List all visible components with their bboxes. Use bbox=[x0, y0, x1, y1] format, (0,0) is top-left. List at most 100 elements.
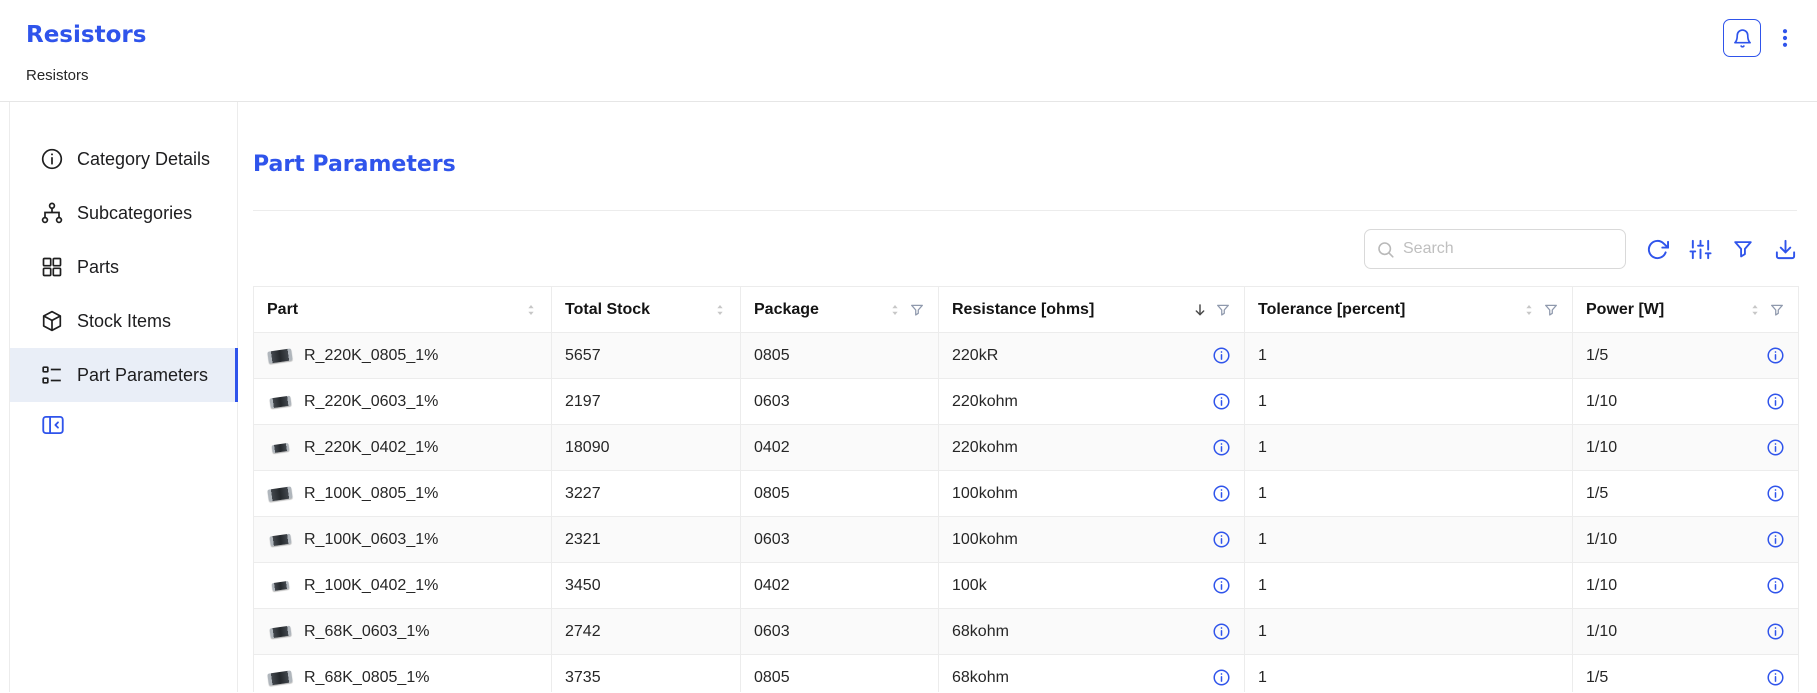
part-name: R_100K_0805_1% bbox=[304, 485, 438, 503]
table-row[interactable]: R_220K_0402_1% 18090 0402 220kohm 1 1/10 bbox=[254, 425, 1799, 471]
column-filter-icon[interactable] bbox=[1543, 302, 1559, 318]
power-value: 1/5 bbox=[1586, 485, 1608, 503]
info-icon[interactable] bbox=[1212, 576, 1231, 595]
part-name: R_68K_0805_1% bbox=[304, 669, 429, 687]
sort-icon[interactable] bbox=[713, 303, 727, 317]
sort-icon[interactable] bbox=[1748, 303, 1762, 317]
info-icon[interactable] bbox=[1766, 392, 1785, 411]
part-name: R_100K_0402_1% bbox=[304, 577, 438, 595]
content-area: Category Details Subcategories Parts Sto… bbox=[9, 102, 1817, 692]
column-settings-button[interactable] bbox=[1689, 238, 1712, 261]
sidebar-item-subcategories[interactable]: Subcategories bbox=[10, 186, 237, 240]
refresh-icon bbox=[1646, 238, 1669, 261]
tolerance-cell: 1 bbox=[1245, 609, 1573, 655]
power-value: 1/10 bbox=[1586, 439, 1617, 457]
table-row[interactable]: R_100K_0603_1% 2321 0603 100kohm 1 1/10 bbox=[254, 517, 1799, 563]
sidebar-item-stock-items[interactable]: Stock Items bbox=[10, 294, 237, 348]
table-row[interactable]: R_68K_0603_1% 2742 0603 68kohm 1 1/10 bbox=[254, 609, 1799, 655]
part-name: R_220K_0603_1% bbox=[304, 393, 438, 411]
info-icon[interactable] bbox=[1212, 622, 1231, 641]
info-icon[interactable] bbox=[1766, 484, 1785, 503]
total-stock-cell: 3735 bbox=[552, 655, 741, 692]
part-thumbnail bbox=[267, 444, 293, 452]
total-stock-cell: 2321 bbox=[552, 517, 741, 563]
info-icon[interactable] bbox=[1766, 346, 1785, 365]
more-menu-button[interactable] bbox=[1773, 26, 1797, 50]
resistance-cell: 100kohm bbox=[939, 517, 1245, 563]
part-thumbnail bbox=[267, 488, 293, 500]
package-cell: 0805 bbox=[741, 655, 939, 692]
info-icon[interactable] bbox=[1212, 438, 1231, 457]
table-row[interactable]: R_68K_0805_1% 3735 0805 68kohm 1 1/5 bbox=[254, 655, 1799, 692]
part-name: R_68K_0603_1% bbox=[304, 623, 429, 641]
table-toolbar bbox=[253, 229, 1797, 269]
sidebar-item-part-parameters[interactable]: Part Parameters bbox=[10, 348, 237, 402]
part-thumbnail bbox=[267, 672, 293, 684]
table-header-row: Part Total Stock Package Resistance [ohm… bbox=[254, 287, 1799, 333]
table-row[interactable]: R_100K_0805_1% 3227 0805 100kohm 1 1/5 bbox=[254, 471, 1799, 517]
info-icon[interactable] bbox=[1212, 392, 1231, 411]
tolerance-cell: 1 bbox=[1245, 517, 1573, 563]
info-icon[interactable] bbox=[1212, 530, 1231, 549]
info-icon[interactable] bbox=[1212, 484, 1231, 503]
column-label: Total Stock bbox=[565, 301, 706, 319]
download-button[interactable] bbox=[1774, 238, 1797, 261]
power-cell: 1/10 bbox=[1573, 563, 1799, 609]
column-header-tolerance-percent[interactable]: Tolerance [percent] bbox=[1245, 287, 1573, 333]
table-row[interactable]: R_220K_0603_1% 2197 0603 220kohm 1 1/10 bbox=[254, 379, 1799, 425]
sidebar-item-parts[interactable]: Parts bbox=[10, 240, 237, 294]
notifications-button[interactable] bbox=[1723, 19, 1761, 57]
header-actions bbox=[1723, 19, 1797, 57]
filter-button[interactable] bbox=[1732, 238, 1754, 260]
total-stock-cell: 2197 bbox=[552, 379, 741, 425]
column-header-part[interactable]: Part bbox=[254, 287, 552, 333]
breadcrumb[interactable]: Resistors bbox=[26, 67, 89, 84]
resistance-cell: 220kohm bbox=[939, 425, 1245, 471]
info-icon[interactable] bbox=[1766, 438, 1785, 457]
column-filter-icon[interactable] bbox=[1215, 302, 1231, 318]
part-name: R_100K_0603_1% bbox=[304, 531, 438, 549]
table-row[interactable]: R_220K_0805_1% 5657 0805 220kR 1 1/5 bbox=[254, 333, 1799, 379]
column-settings-icon bbox=[1689, 238, 1712, 261]
tolerance-cell: 1 bbox=[1245, 333, 1573, 379]
info-icon[interactable] bbox=[1766, 530, 1785, 549]
search-input[interactable] bbox=[1403, 240, 1614, 258]
column-filter-icon[interactable] bbox=[1769, 302, 1785, 318]
info-icon[interactable] bbox=[1212, 668, 1231, 687]
info-icon[interactable] bbox=[1766, 668, 1785, 687]
column-label: Part bbox=[267, 301, 517, 319]
info-icon[interactable] bbox=[1212, 346, 1231, 365]
power-cell: 1/5 bbox=[1573, 333, 1799, 379]
power-value: 1/10 bbox=[1586, 393, 1617, 411]
sort-icon[interactable] bbox=[1192, 302, 1208, 318]
part-thumbnail bbox=[267, 535, 293, 545]
resistance-cell: 68kohm bbox=[939, 655, 1245, 692]
grid-icon bbox=[40, 255, 64, 279]
resistance-value: 100k bbox=[952, 577, 987, 595]
info-icon[interactable] bbox=[1766, 576, 1785, 595]
power-cell: 1/10 bbox=[1573, 609, 1799, 655]
column-filter-icon[interactable] bbox=[909, 302, 925, 318]
resistance-cell: 68kohm bbox=[939, 609, 1245, 655]
sort-icon[interactable] bbox=[1522, 303, 1536, 317]
part-cell: R_100K_0402_1% bbox=[254, 563, 552, 609]
part-cell: R_220K_0603_1% bbox=[254, 379, 552, 425]
info-icon[interactable] bbox=[1766, 622, 1785, 641]
column-header-resistance-ohms[interactable]: Resistance [ohms] bbox=[939, 287, 1245, 333]
table-row[interactable]: R_100K_0402_1% 3450 0402 100k 1 1/10 bbox=[254, 563, 1799, 609]
column-header-package[interactable]: Package bbox=[741, 287, 939, 333]
power-cell: 1/5 bbox=[1573, 655, 1799, 692]
package-cell: 0805 bbox=[741, 471, 939, 517]
list-icon bbox=[40, 363, 64, 387]
sort-icon[interactable] bbox=[888, 303, 902, 317]
column-header-power-w[interactable]: Power [W] bbox=[1573, 287, 1799, 333]
column-header-total-stock[interactable]: Total Stock bbox=[552, 287, 741, 333]
box-icon bbox=[40, 309, 64, 333]
sidebar-item-category-details[interactable]: Category Details bbox=[10, 132, 237, 186]
power-value: 1/10 bbox=[1586, 531, 1617, 549]
power-cell: 1/10 bbox=[1573, 517, 1799, 563]
part-cell: R_68K_0603_1% bbox=[254, 609, 552, 655]
sort-icon[interactable] bbox=[524, 303, 538, 317]
refresh-button[interactable] bbox=[1646, 238, 1669, 261]
collapse-sidebar-button[interactable] bbox=[40, 412, 66, 438]
